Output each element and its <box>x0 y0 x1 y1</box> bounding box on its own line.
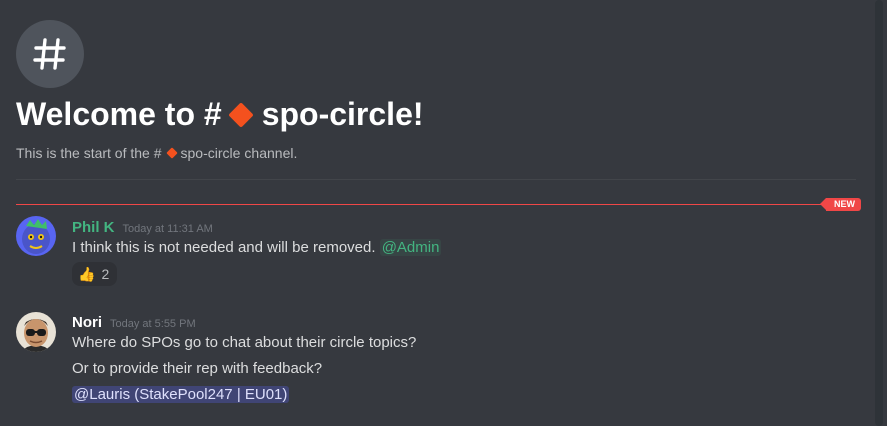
message-text: Where do SPOs go to chat about their cir… <box>72 334 417 351</box>
timestamp: Today at 11:31 AM <box>122 223 213 235</box>
message-body: I think this is not needed and will be r… <box>72 239 376 256</box>
welcome-heading: Welcome to # spo-circle ! <box>16 96 424 133</box>
timestamp: Today at 5:55 PM <box>110 318 196 330</box>
avatar[interactable] <box>16 312 56 352</box>
avatar[interactable] <box>16 216 56 256</box>
welcome-prefix: Welcome to # <box>16 96 222 132</box>
orange-diamond-icon <box>165 147 178 159</box>
divider <box>16 179 856 180</box>
intro-suffix: channel. <box>244 145 298 161</box>
message-text: Or to provide their rep with feedback? <box>72 360 323 377</box>
new-badge: NEW <box>820 198 861 211</box>
user-mention[interactable]: @Lauris (StakePool247 | EU01) <box>72 386 290 403</box>
scrollbar-track[interactable] <box>871 0 887 426</box>
intro-prefix: This is the start of the # <box>16 145 162 161</box>
intro-channel-name: spo-circle <box>180 145 241 161</box>
author-name[interactable]: Phil K <box>72 219 115 236</box>
role-mention[interactable]: @Admin <box>379 239 442 256</box>
welcome-suffix: ! <box>412 96 424 132</box>
reaction-count: 2 <box>101 266 110 282</box>
reaction-button[interactable]: 👍 2 <box>72 262 118 286</box>
orange-diamond-icon <box>227 101 254 128</box>
message-header: Phil K Today at 11:31 AM <box>72 219 213 236</box>
chat-view: Welcome to # spo-circle ! This is the st… <box>0 0 887 426</box>
message-text: @Lauris (StakePool247 | EU01) <box>72 386 290 403</box>
hash-icon <box>16 20 84 88</box>
scrollbar-thumb[interactable] <box>875 0 883 426</box>
channel-intro: This is the start of the # spo-circle ch… <box>16 145 297 161</box>
message-text: I think this is not needed and will be r… <box>72 239 442 256</box>
message-header: Nori Today at 5:55 PM <box>72 314 196 331</box>
thumbs-up-icon: 👍 <box>78 265 96 282</box>
new-messages-divider <box>16 204 838 205</box>
channel-name: spo-circle <box>261 96 413 132</box>
author-name[interactable]: Nori <box>72 314 102 331</box>
